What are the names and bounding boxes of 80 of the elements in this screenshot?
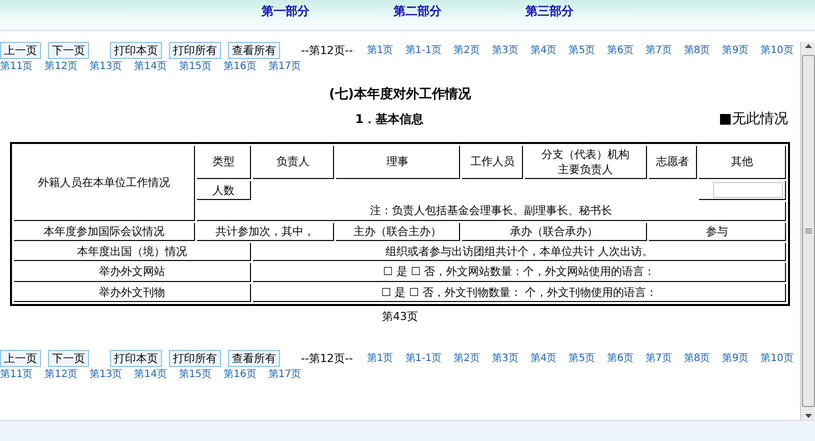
section-link[interactable]: 第三部分: [526, 2, 574, 20]
note-text: 注：负责人包括基金会理事长、副理事长、秘书长: [197, 202, 786, 221]
page-link[interactable]: 第3页: [492, 44, 518, 57]
pager-button[interactable]: 查看所有: [228, 42, 280, 59]
scroll-up-icon[interactable]: [804, 42, 812, 51]
page-link[interactable]: 第16页: [224, 60, 256, 73]
page-link[interactable]: 第12页: [44, 60, 78, 73]
column-header: 志愿者: [648, 146, 698, 180]
page-link[interactable]: 第7页: [645, 44, 672, 57]
page-link[interactable]: 第5页: [568, 44, 596, 57]
table-cell: 承办（联合承办）: [462, 222, 647, 242]
page-link[interactable]: 第5页: [568, 352, 596, 365]
row-label: 举办外文网站: [14, 263, 252, 282]
page-link[interactable]: 第6页: [607, 44, 634, 57]
row-label: 本年度参加国际会议情况: [14, 222, 196, 242]
page-link[interactable]: 第1-1页: [405, 352, 442, 365]
row-label: 外籍人员在本单位工作情况: [14, 146, 196, 221]
table-cell: ☐ 是 ☐ 否，外文刊物数量： 个，外文刊物使用的语言：: [253, 284, 786, 302]
page-link[interactable]: 第6页: [607, 352, 634, 365]
row-label: 举办外文刊物: [14, 284, 252, 302]
scrollbar[interactable]: [800, 42, 815, 420]
input-field[interactable]: [713, 182, 783, 198]
no-case-checkbox-label[interactable]: ■无此情况: [718, 108, 788, 130]
page-link[interactable]: 第12页: [44, 368, 78, 381]
pager-button[interactable]: 查看所有: [228, 350, 280, 367]
page-link[interactable]: 第7页: [645, 352, 672, 365]
page-link[interactable]: 第9页: [722, 352, 749, 365]
page-link[interactable]: 第17页: [268, 60, 302, 73]
page-link[interactable]: 第4页: [530, 44, 557, 57]
page-title: (七)本年度对外工作情况: [328, 86, 472, 104]
page-link[interactable]: 第1页: [366, 352, 394, 365]
page-link[interactable]: 第10页: [760, 44, 794, 57]
column-header: 其他: [699, 146, 786, 180]
column-header: 负责人: [253, 146, 334, 180]
pager-button[interactable]: 上一页: [0, 350, 41, 367]
scroll-thumb[interactable]: [802, 55, 814, 407]
page-link[interactable]: 第16页: [224, 368, 256, 381]
pager-button[interactable]: 打印所有: [169, 350, 221, 367]
page-link[interactable]: 第2页: [454, 352, 480, 365]
table-cell: 参与: [648, 222, 786, 242]
table-cell: 组织或者参与出访团组共计个，本单位共计 人次出访。: [253, 243, 786, 262]
page-link[interactable]: 第15页: [178, 368, 212, 381]
section-link[interactable]: 第二部分: [394, 2, 442, 20]
page-link[interactable]: 第17页: [268, 368, 302, 381]
page-link[interactable]: 第11页: [0, 60, 33, 73]
table-cell: 共计参加次，其中，: [197, 222, 334, 242]
page-link[interactable]: 第3页: [492, 352, 518, 365]
page-link[interactable]: 第13页: [89, 60, 122, 73]
page-link[interactable]: 第14页: [134, 368, 167, 381]
table-cell: ☐ 是 ☐ 否，外文网站数量：个，外文网站使用的语言：: [253, 263, 786, 282]
pager-button[interactable]: 打印所有: [169, 42, 221, 59]
table-cell: 主办（联合主办）: [336, 222, 460, 242]
page-link[interactable]: 第15页: [178, 60, 212, 73]
current-page-label: --第12页--: [301, 352, 353, 365]
pager-button[interactable]: 打印本页: [110, 42, 162, 59]
page-link[interactable]: 第13页: [89, 368, 122, 381]
page-link[interactable]: 第9页: [722, 44, 749, 57]
column-header: 理事: [336, 146, 460, 180]
column-header: 工作人员: [462, 146, 524, 180]
section-heading: 1．基本信息: [354, 111, 425, 128]
row-label: 人数: [197, 181, 252, 200]
page-link[interactable]: 第8页: [684, 352, 710, 365]
pager-button[interactable]: 下一页: [48, 350, 89, 367]
page-link[interactable]: 第14页: [134, 60, 167, 73]
column-header: 类型: [197, 146, 252, 180]
current-page-label: --第12页--: [301, 44, 353, 57]
page-link[interactable]: 第8页: [684, 44, 710, 57]
column-header: 分支（代表）机构 主要负责人: [525, 146, 647, 180]
page-link[interactable]: 第11页: [0, 368, 33, 381]
page-link[interactable]: 第4页: [530, 352, 557, 365]
page-link[interactable]: 第1页: [366, 44, 394, 57]
page-link[interactable]: 第1-1页: [405, 44, 442, 57]
page-link[interactable]: 第10页: [760, 352, 794, 365]
pager-button[interactable]: 上一页: [0, 42, 41, 59]
row-label: 本年度出国（境）情况: [14, 243, 252, 262]
section-link[interactable]: 第一部分: [262, 2, 310, 20]
page-number: 第43页: [381, 309, 419, 326]
page-link[interactable]: 第2页: [454, 44, 480, 57]
pager-button[interactable]: 打印本页: [110, 350, 162, 367]
pager-button[interactable]: 下一页: [48, 42, 89, 59]
